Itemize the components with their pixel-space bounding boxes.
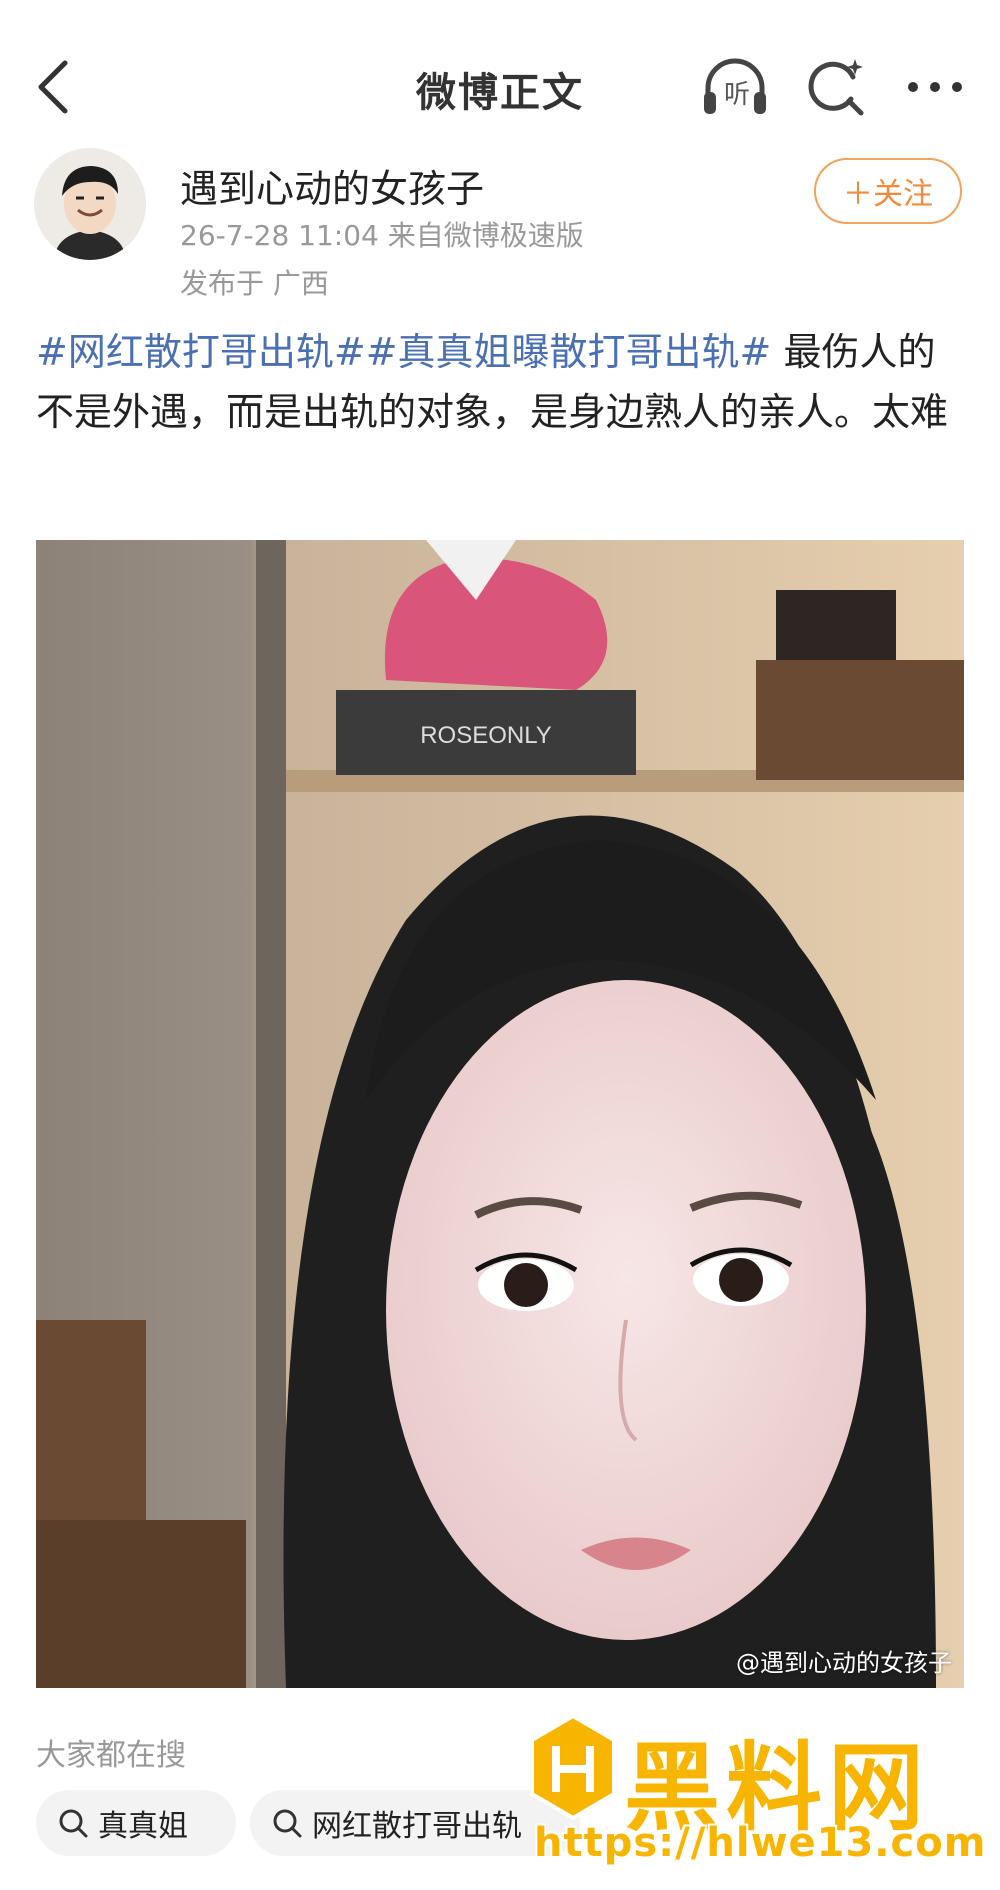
more-dots-icon xyxy=(908,82,962,92)
image-watermark: @遇到心动的女孩子 xyxy=(736,1649,952,1677)
avatar-illustration xyxy=(34,148,146,260)
post-time-source: 26-7-28 11:04 来自微博极速版 xyxy=(180,219,584,252)
trending-search-heading: 大家都在搜 xyxy=(36,1738,186,1773)
follow-button[interactable]: ＋关注 xyxy=(814,158,962,224)
roseonly-box-label: ROSEONLY xyxy=(420,722,552,749)
search-chip-label: 网红散打哥出轨 xyxy=(312,1809,522,1844)
avatar[interactable] xyxy=(34,148,146,260)
logo-url: https://hlwe13.com xyxy=(534,1820,987,1866)
photo-illustration: ROSEONLY xyxy=(36,540,964,1688)
site-watermark-logo: 黑料网 https://hlwe13.com xyxy=(528,1712,988,1872)
search-chip[interactable]: 真真姐 xyxy=(36,1790,236,1856)
search-icon xyxy=(273,1809,302,1838)
search-spark-button[interactable] xyxy=(800,52,870,122)
post-image[interactable]: ROSEONLY @遇到心动的女孩子 xyxy=(36,540,964,1688)
listen-button[interactable]: 听 xyxy=(700,52,770,122)
hashtag-link[interactable]: #网红散打哥出轨# xyxy=(36,330,366,374)
logo-emblem-icon xyxy=(530,1713,616,1821)
username[interactable]: 遇到心动的女孩子 xyxy=(180,158,484,213)
search-chip-label: 真真姐 xyxy=(98,1809,188,1844)
top-nav-bar: 微博正文 听 xyxy=(0,0,1000,170)
hashtag-link[interactable]: #真真姐曝散打哥出轨# xyxy=(366,330,772,374)
search-sparkle-icon xyxy=(808,59,864,116)
more-button[interactable] xyxy=(900,52,970,122)
search-icon xyxy=(59,1809,88,1838)
post-text: #网红散打哥出轨##真真姐曝散打哥出轨# 最伤人的不是外遇，而是出轨的对象，是身… xyxy=(36,322,966,442)
post-location: 发布于 广西 xyxy=(180,267,329,300)
listen-label: 听 xyxy=(724,80,751,110)
